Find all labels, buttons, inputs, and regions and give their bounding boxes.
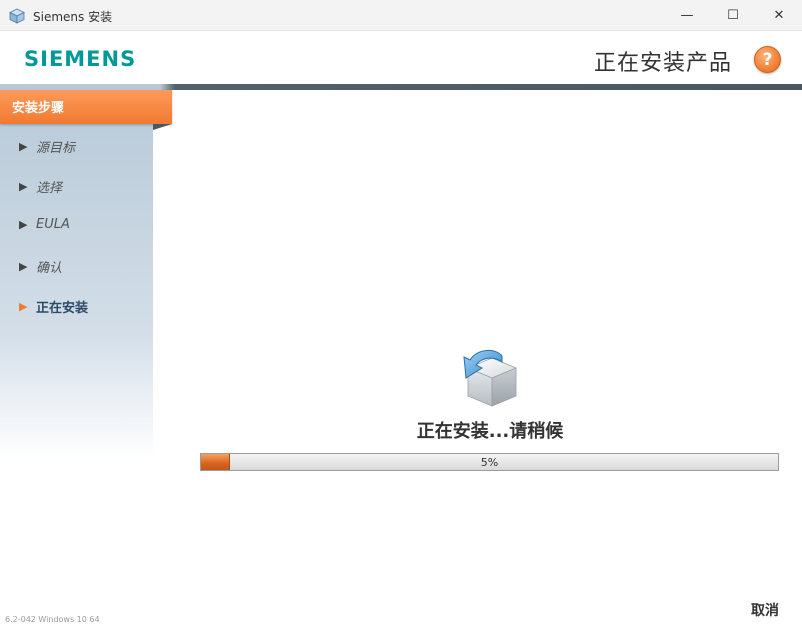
maximize-icon: ☐ — [727, 8, 739, 23]
step-arrow-icon: ▶ — [19, 260, 28, 273]
minimize-button[interactable]: — — [664, 0, 710, 31]
step-arrow-icon: ▶ — [19, 180, 28, 193]
step-label: 正在安装 — [36, 301, 89, 316]
help-icon: ? — [762, 49, 773, 70]
window-title: Siemens 安装 — [33, 10, 113, 24]
install-box-icon — [463, 350, 518, 407]
page-title: 正在安装产品 — [593, 51, 732, 76]
header: SIEMENS 正在安装产品 ? — [0, 31, 802, 87]
close-button[interactable]: ✕ — [756, 0, 802, 31]
step-arrow-icon: ▶ — [19, 218, 28, 231]
siemens-logo: SIEMENS — [24, 47, 137, 71]
progress-bar: 5% — [200, 453, 779, 471]
step-confirm: ▶ 确认 — [19, 257, 62, 276]
step-label: 确认 — [36, 261, 63, 276]
version-label: 6.2-042 Windows 10 64 — [5, 615, 100, 624]
steps-heading-fold — [153, 124, 172, 130]
title-bar: Siemens 安装 — ☐ ✕ — [0, 0, 802, 31]
install-status-text: 正在安装...请稍候 — [416, 421, 564, 442]
minimize-icon: — — [680, 8, 694, 23]
close-icon: ✕ — [773, 8, 785, 23]
maximize-button[interactable]: ☐ — [710, 0, 756, 31]
steps-heading: 安装步骤 — [0, 90, 172, 124]
cancel-button[interactable]: 取消 — [751, 600, 779, 620]
step-selection: ▶ 选择 — [19, 177, 62, 196]
app-icon — [9, 8, 25, 24]
help-button[interactable]: ? — [754, 46, 781, 73]
step-installing: ▶ 正在安装 — [19, 297, 88, 316]
step-label: EULA — [36, 217, 70, 232]
step-eula: ▶ EULA — [19, 217, 70, 232]
step-arrow-icon: ▶ — [19, 300, 28, 313]
progress-percent: 5% — [480, 456, 499, 469]
step-arrow-icon: ▶ — [19, 140, 28, 153]
step-label: 选择 — [36, 181, 63, 196]
sidebar — [0, 90, 153, 632]
step-label: 源目标 — [36, 141, 76, 156]
step-source: ▶ 源目标 — [19, 137, 75, 156]
